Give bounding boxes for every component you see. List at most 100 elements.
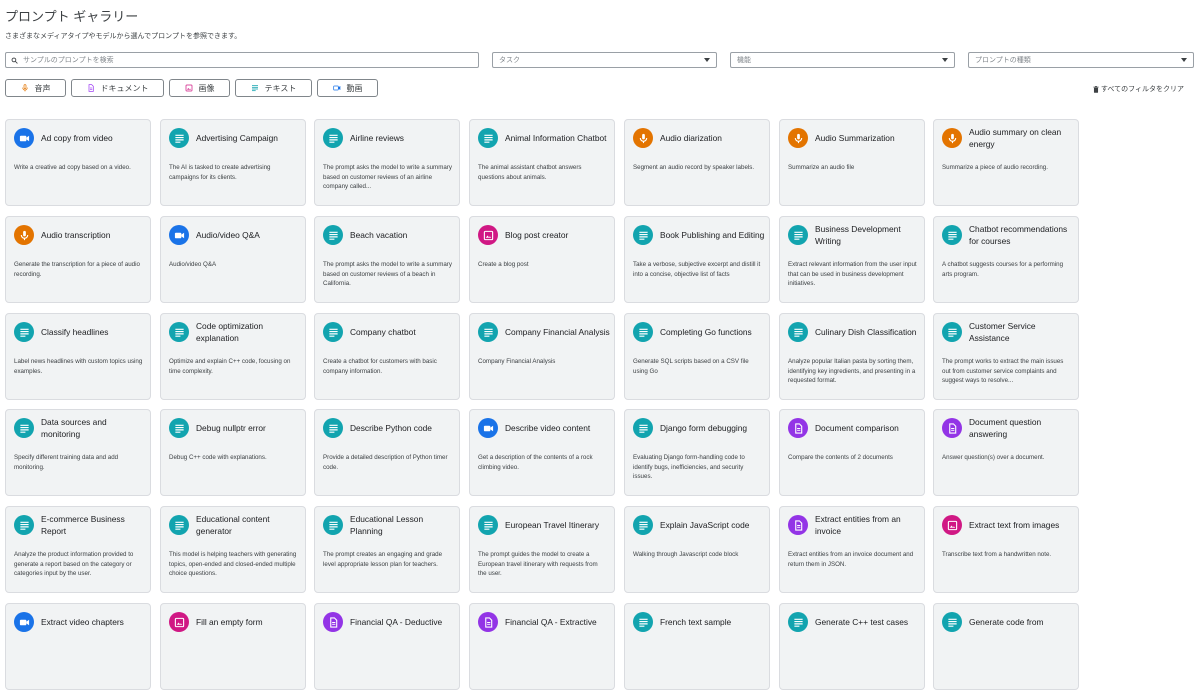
mic-icon: [948, 133, 956, 143]
prompt-card[interactable]: Django form debugging Evaluating Django f…: [624, 409, 770, 496]
card-title: Educational Lesson Planning: [350, 513, 455, 538]
prompt-card[interactable]: Animal Information Chatbot The animal ass…: [469, 119, 615, 206]
chip-document-label: ドキュメント: [100, 83, 149, 93]
chip-audio[interactable]: 音声: [5, 79, 66, 97]
card-type-icon: [942, 128, 962, 148]
feature-select[interactable]: 機能: [730, 52, 955, 68]
card-title: European Travel Itinerary: [505, 513, 610, 538]
prompt-card[interactable]: Document question answering Answer questi…: [933, 409, 1079, 496]
prompt-type-select[interactable]: プロンプトの種類: [968, 52, 1194, 68]
prompt-card[interactable]: Data sources and monitoring Specify diffe…: [5, 409, 151, 496]
document-icon: [794, 422, 802, 434]
card-description: Compare the contents of 2 documents: [788, 454, 893, 461]
search-input[interactable]: [21, 55, 478, 65]
text-icon: [638, 618, 648, 627]
card-title: Company Financial Analysis: [505, 320, 610, 345]
prompt-card[interactable]: Completing Go functions Generate SQL scri…: [624, 313, 770, 400]
prompt-card[interactable]: Extract video chapters: [5, 603, 151, 690]
chip-document[interactable]: ドキュメント: [71, 79, 164, 97]
prompt-card[interactable]: Describe Python code Provide a detailed d…: [314, 409, 460, 496]
prompt-card[interactable]: Business Development Writing Extract rele…: [779, 216, 925, 303]
prompt-card[interactable]: Financial QA - Deductive: [314, 603, 460, 690]
card-description: This model is helping teachers with gene…: [169, 551, 297, 578]
card-description: The prompt asks the model to write a sum…: [323, 164, 452, 191]
prompt-card[interactable]: Classify headlines Label news headlines w…: [5, 313, 151, 400]
prompt-card[interactable]: Code optimization explanation Optimize an…: [160, 313, 306, 400]
media-type-chips: 音声 ドキュメント 画像 テキスト 動画: [5, 79, 383, 97]
mic-icon: [639, 133, 647, 143]
card-title-text: European Travel Itinerary: [505, 519, 600, 530]
card-description: Analyze popular Italian pasta by sorting…: [788, 358, 916, 385]
prompt-card[interactable]: Audio diarization Segment an audio record…: [624, 119, 770, 206]
prompt-card[interactable]: Advertising Campaign The AI is tasked to …: [160, 119, 306, 206]
card-type-icon: [478, 418, 498, 438]
card-description: A chatbot suggests courses for a perform…: [942, 261, 1064, 278]
prompt-card[interactable]: European Travel Itinerary The prompt guid…: [469, 506, 615, 593]
card-title-text: Chatbot recommendations for courses: [969, 224, 1068, 246]
mic-icon: [21, 84, 28, 92]
card-title-text: Document comparison: [815, 422, 899, 433]
prompt-card[interactable]: Explain JavaScript code Walking through J…: [624, 506, 770, 593]
text-icon: [638, 521, 648, 530]
prompt-card[interactable]: Extract entities from an invoice Extract …: [779, 506, 925, 593]
prompt-card[interactable]: Educational Lesson Planning The prompt cr…: [314, 506, 460, 593]
prompt-card[interactable]: Airline reviews The prompt asks the model…: [314, 119, 460, 206]
chip-image[interactable]: 画像: [169, 79, 230, 97]
text-icon: [483, 328, 493, 337]
prompt-card[interactable]: Financial QA - Extractive: [469, 603, 615, 690]
task-select[interactable]: タスク: [492, 52, 717, 68]
chip-video[interactable]: 動画: [317, 79, 378, 97]
prompt-card[interactable]: Audio transcription Generate the transcri…: [5, 216, 151, 303]
chip-text-label: テキスト: [264, 83, 297, 93]
prompt-card[interactable]: Educational content generator This model …: [160, 506, 306, 593]
prompt-card[interactable]: Ad copy from video Write a creative ad co…: [5, 119, 151, 206]
prompt-card[interactable]: Audio/video Q&A Audio/video Q&A: [160, 216, 306, 303]
card-description: Walking through Javascript code block: [633, 551, 739, 558]
card-title-text: Business Development Writing: [815, 224, 901, 246]
text-icon: [19, 328, 29, 337]
text-icon: [638, 231, 648, 240]
prompt-card[interactable]: Document comparison Compare the contents …: [779, 409, 925, 496]
prompt-card[interactable]: French text sample: [624, 603, 770, 690]
prompt-card[interactable]: Fill an empty form: [160, 603, 306, 690]
prompt-card[interactable]: Culinary Dish Classification Analyze popu…: [779, 313, 925, 400]
prompt-card[interactable]: Company chatbot Create a chatbot for cust…: [314, 313, 460, 400]
clear-filters-button[interactable]: すべてのフィルタをクリア: [1093, 84, 1184, 94]
card-description: Write a creative ad copy based on a vide…: [14, 164, 131, 171]
prompt-card[interactable]: E-commerce Business Report Analyze the pr…: [5, 506, 151, 593]
card-title: Beach vacation: [350, 223, 455, 248]
chevron-down-icon: [704, 58, 710, 62]
card-type-icon: [942, 322, 962, 342]
prompt-card[interactable]: Generate code from: [933, 603, 1079, 690]
card-title-text: Company Financial Analysis: [505, 326, 610, 337]
prompt-card[interactable]: Blog post creator Create a blog post: [469, 216, 615, 303]
text-icon: [328, 521, 338, 530]
chip-text[interactable]: テキスト: [235, 79, 312, 97]
prompt-card[interactable]: Audio summary on clean energy Summarize a…: [933, 119, 1079, 206]
card-title-text: Explain JavaScript code: [660, 519, 750, 530]
card-type-icon: [633, 225, 653, 245]
text-icon: [174, 328, 184, 337]
prompt-card[interactable]: Audio Summarization Summarize an audio fi…: [779, 119, 925, 206]
card-title: Django form debugging: [660, 416, 765, 441]
card-title: Company chatbot: [350, 320, 455, 345]
text-icon: [328, 328, 338, 337]
prompt-card[interactable]: Chatbot recommendations for courses A cha…: [933, 216, 1079, 303]
card-description: Answer question(s) over a document.: [942, 454, 1045, 461]
prompt-card[interactable]: Debug nullptr error Debug C++ code with e…: [160, 409, 306, 496]
prompt-card[interactable]: Book Publishing and Editing Take a verbos…: [624, 216, 770, 303]
card-type-icon: [633, 322, 653, 342]
card-title: Book Publishing and Editing: [660, 223, 765, 248]
card-title-text: Audio diarization: [660, 132, 722, 143]
prompt-card[interactable]: Describe video content Get a description …: [469, 409, 615, 496]
card-description: Take a verbose, subjective excerpt and d…: [633, 261, 761, 278]
mic-icon: [20, 230, 28, 240]
prompt-card[interactable]: Customer Service Assistance The prompt wo…: [933, 313, 1079, 400]
card-title-text: Blog post creator: [505, 229, 569, 240]
page-title: プロンプト ギャラリー: [5, 9, 139, 24]
prompt-card[interactable]: Generate C++ test cases: [779, 603, 925, 690]
prompt-card[interactable]: Company Financial Analysis Company Financ…: [469, 313, 615, 400]
search-box[interactable]: [5, 52, 479, 68]
prompt-card[interactable]: Beach vacation The prompt asks the model …: [314, 216, 460, 303]
prompt-card[interactable]: Extract text from images Transcribe text …: [933, 506, 1079, 593]
